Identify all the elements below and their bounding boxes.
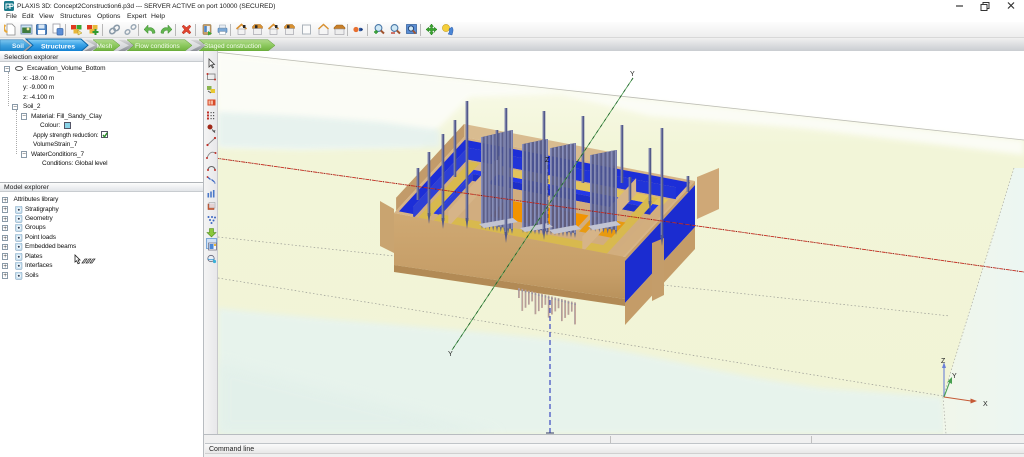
svg-text:Y: Y <box>448 351 453 358</box>
svg-text:Z: Z <box>941 358 946 365</box>
svg-text:Mesh: Mesh <box>97 43 113 50</box>
svg-text:Flow conditions: Flow conditions <box>135 43 181 50</box>
svg-text:Y: Y <box>952 373 957 380</box>
svg-text:Staged construction: Staged construction <box>204 43 262 50</box>
svg-text:Y: Y <box>630 71 635 78</box>
svg-text:Z: Z <box>545 157 550 164</box>
svg-text:X: X <box>983 401 988 408</box>
svg-text:Structures: Structures <box>41 43 75 50</box>
svg-text:Soil: Soil <box>12 43 24 50</box>
